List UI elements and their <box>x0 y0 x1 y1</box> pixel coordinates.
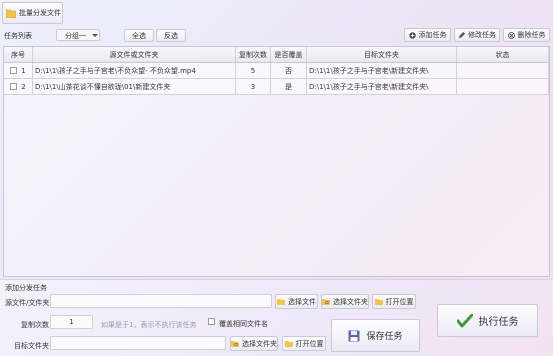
select-target-folder-label: 选择文件夹 <box>242 339 277 348</box>
edit-task-label: 修改任务 <box>468 31 496 39</box>
folder-icon <box>374 298 383 305</box>
overwrite-checkbox[interactable] <box>208 318 215 325</box>
batch-distribute-label: 批量分发文件 <box>19 9 61 17</box>
pencil-icon <box>458 31 465 39</box>
select-all-button[interactable]: 全选 <box>124 29 154 42</box>
folder-search-icon <box>322 298 330 305</box>
delete-task-label: 删除任务 <box>517 31 546 39</box>
execute-task-button[interactable]: 执行任务 <box>437 304 538 337</box>
add-task-panel: 添加分发任务 源文件/文件夹： 选择文件 选择文件夹 打开位置 复制次数： 1 … <box>0 279 553 356</box>
row-copies: 3 <box>236 79 271 94</box>
select-folder-label: 选择文件夹 <box>333 297 368 306</box>
row-copies: 5 <box>236 63 271 78</box>
remove-circle-icon <box>507 31 515 39</box>
overwrite-label: 覆盖相同文件名 <box>219 320 268 328</box>
row-index-cell: 1 <box>4 63 33 78</box>
row-index: 2 <box>21 82 26 91</box>
group-select-value: 分组一 <box>65 32 86 40</box>
task-table: 序号 源文件或文件夹 复制次数 是否覆盖 目标文件夹 状态 1 D:\1\1\孩… <box>3 46 550 277</box>
delete-task-button[interactable]: 删除任务 <box>503 28 550 42</box>
open-location-button[interactable]: 打开位置 <box>372 294 416 309</box>
group-select[interactable]: 分组一 <box>56 29 100 41</box>
row-source: D:\1\1\山茶花谈不懂自欲珑\01\新建文件夹 <box>33 79 236 94</box>
task-list-title: 任务列表 <box>4 32 32 40</box>
source-label: 源文件/文件夹： <box>5 299 57 307</box>
select-all-label: 全选 <box>132 31 146 40</box>
header-index[interactable]: 序号 <box>4 47 33 62</box>
header-status[interactable]: 状态 <box>457 47 549 62</box>
open-target-location-label: 打开位置 <box>295 339 324 348</box>
invert-selection-label: 反选 <box>164 31 178 40</box>
add-task-panel-title: 添加分发任务 <box>5 284 47 292</box>
row-checkbox[interactable] <box>10 67 18 74</box>
row-overwrite: 是 <box>271 79 307 94</box>
invert-selection-button[interactable]: 反选 <box>156 29 186 42</box>
checkmark-icon <box>456 313 473 328</box>
add-task-button[interactable]: 添加任务 <box>404 28 451 42</box>
edit-task-button[interactable]: 修改任务 <box>454 28 500 42</box>
target-input[interactable] <box>50 336 226 350</box>
row-target: D:\1\1\孩子之手与子宫老\新建文件夹\ <box>307 79 457 94</box>
header-source[interactable]: 源文件或文件夹 <box>33 47 236 62</box>
row-checkbox[interactable] <box>10 83 18 90</box>
execute-task-label: 执行任务 <box>478 317 519 328</box>
header-copies[interactable]: 复制次数 <box>236 47 271 62</box>
row-index-cell: 2 <box>4 79 33 94</box>
source-input[interactable] <box>50 294 272 308</box>
header-target[interactable]: 目标文件夹 <box>307 47 457 62</box>
open-target-location-button[interactable]: 打开位置 <box>282 336 326 351</box>
chevron-down-icon <box>92 32 98 40</box>
save-task-button[interactable]: 保存任务 <box>331 319 420 352</box>
select-file-label: 选择文件 <box>288 297 316 306</box>
open-location-label: 打开位置 <box>385 297 414 306</box>
row-target: D:\1\1\孩子之手与子宫老\新建文件夹\ <box>307 63 457 78</box>
row-status <box>457 79 549 94</box>
table-row[interactable]: 1 D:\1\1\孩子之手与子宫老\不负众望- 不负众望.mp4 5 否 D:\… <box>4 63 549 79</box>
copies-input[interactable]: 1 <box>50 315 93 329</box>
row-index: 1 <box>21 66 26 75</box>
folder-icon <box>284 340 293 347</box>
row-source: D:\1\1\孩子之手与子宫老\不负众望- 不负众望.mp4 <box>33 63 236 78</box>
header-overwrite[interactable]: 是否覆盖 <box>271 47 307 62</box>
row-overwrite: 否 <box>271 63 307 78</box>
folder-search-icon <box>231 340 239 347</box>
save-disk-icon <box>348 330 360 342</box>
row-status <box>457 63 549 78</box>
select-folder-button[interactable]: 选择文件夹 <box>321 294 369 309</box>
select-file-button[interactable]: 选择文件 <box>275 294 318 309</box>
copies-hint: 如果是于1，表示不执行该任务 <box>101 321 197 329</box>
add-task-label: 添加任务 <box>418 31 447 39</box>
folder-open-icon <box>277 298 285 305</box>
plus-circle-icon <box>408 31 416 39</box>
table-row[interactable]: 2 D:\1\1\山茶花谈不懂自欲珑\01\新建文件夹 3 是 D:\1\1\孩… <box>4 79 549 95</box>
save-task-label: 保存任务 <box>366 332 403 342</box>
select-target-folder-button[interactable]: 选择文件夹 <box>230 336 278 351</box>
batch-distribute-button[interactable]: 批量分发文件 <box>2 2 63 24</box>
folder-icon <box>6 9 16 18</box>
table-header: 序号 源文件或文件夹 复制次数 是否覆盖 目标文件夹 状态 <box>4 47 549 63</box>
